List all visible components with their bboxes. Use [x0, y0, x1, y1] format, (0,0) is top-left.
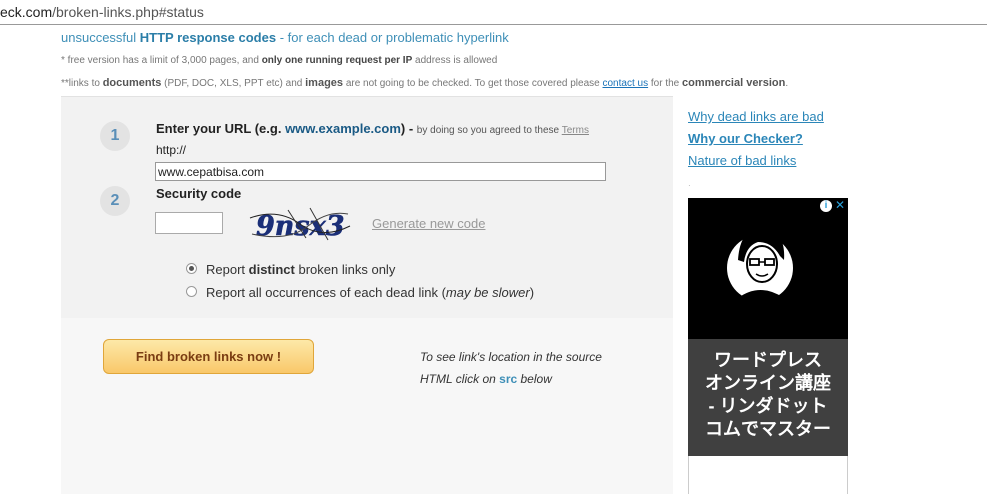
info-line-limit: * free version has a limit of 3,000 page…: [61, 55, 498, 66]
terms-link[interactable]: Terms: [562, 125, 589, 136]
contact-us-link[interactable]: contact us: [603, 78, 649, 89]
info-line-http: unsuccessful HTTP response codes - for e…: [61, 30, 509, 45]
generate-new-code-link[interactable]: Generate new code: [372, 216, 485, 231]
radio-all-occurrences[interactable]: [186, 286, 197, 297]
security-code-label: Security code: [156, 186, 242, 201]
url-input[interactable]: [155, 162, 606, 181]
address-text[interactable]: eck.com/broken-links.php#status: [0, 4, 204, 20]
radio-distinct-label[interactable]: Report distinct broken links only: [206, 262, 395, 277]
ad-close-icon[interactable]: ✕: [834, 199, 846, 211]
advertisement[interactable]: i ✕ ワードプレス オンライン講座 - リンダドット コムでマスター: [688, 198, 848, 494]
radio-all-occurrences-label[interactable]: Report all occurrences of each dead link…: [206, 285, 534, 300]
http-prefix: http://: [156, 143, 187, 157]
ad-text-block[interactable]: ワードプレス オンライン講座 - リンダドット コムでマスター: [688, 339, 848, 456]
ad-portrait-image: [688, 198, 848, 339]
radio-distinct[interactable]: [186, 263, 197, 274]
captcha-image: 9nsx3: [249, 207, 351, 242]
find-broken-links-button[interactable]: Find broken links now !: [103, 339, 314, 374]
security-code-input[interactable]: [155, 212, 223, 234]
ad-choices-icon[interactable]: i: [820, 200, 832, 212]
src-hint: To see link's location in the source HTML…: [420, 350, 602, 386]
sidebar-link-nature-of-bad-links[interactable]: Nature of bad links: [688, 153, 796, 168]
url-label: Enter your URL (e.g. www.example.com) - …: [156, 121, 589, 136]
sidebar-link-why-our-checker[interactable]: Why our Checker?: [688, 131, 803, 146]
sidebar-link-why-dead-links-bad[interactable]: Why dead links are bad: [688, 109, 824, 124]
address-bar[interactable]: eck.com/broken-links.php#status: [0, 0, 987, 25]
info-line-documents: **links to documents (PDF, DOC, XLS, PPT…: [61, 77, 789, 89]
step-1-badge: 1: [100, 121, 130, 151]
captcha-text: 9nsx3: [256, 211, 345, 242]
divider-dot: ·: [688, 181, 691, 190]
step-2-badge: 2: [100, 186, 130, 216]
ad-footer: [688, 456, 848, 494]
